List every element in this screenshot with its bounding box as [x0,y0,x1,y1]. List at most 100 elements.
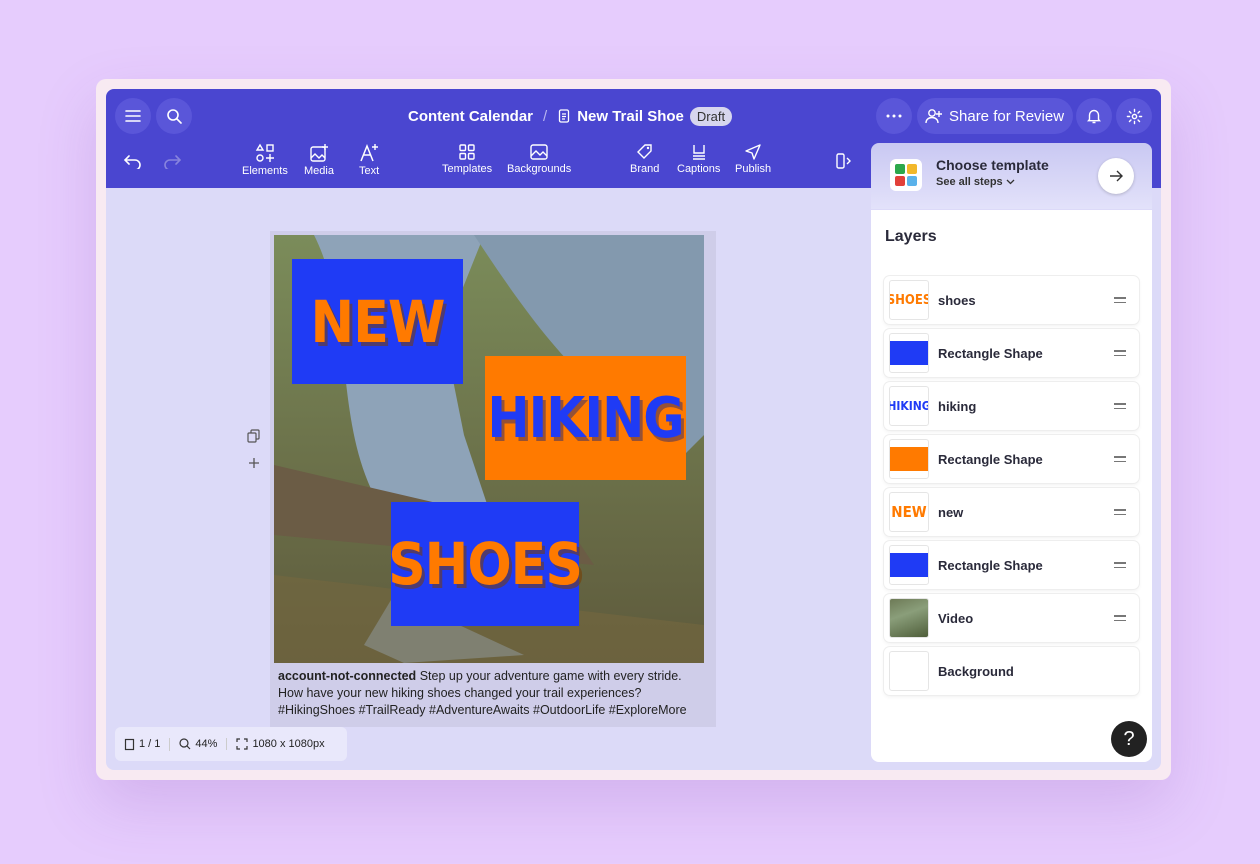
image-add-icon [310,144,328,162]
layer-item[interactable]: Rectangle Shape [884,329,1139,377]
tool-brand[interactable]: Brand [630,143,659,175]
post-caption: account-not-connected Step up your adven… [278,668,708,719]
layer-thumb [889,439,929,479]
document-icon [559,109,570,123]
help-button[interactable]: ? [1111,721,1147,757]
tool-elements[interactable]: Elements [242,143,288,177]
layer-name: hiking [938,398,977,414]
search-button[interactable] [156,98,192,134]
layer-name: shoes [938,292,976,308]
layer-item[interactable]: HIKING hiking [884,382,1139,430]
more-options-button[interactable] [876,98,912,134]
search-icon [167,109,182,124]
zoom-level: 44% [195,738,218,750]
layer-item[interactable]: SHOES shoes [884,276,1139,324]
tool-publish[interactable]: Publish [735,143,771,175]
tool-text-label: Text [359,165,380,177]
share-label: Share for Review [949,107,1065,125]
duplicate-page-icon[interactable] [247,429,260,443]
text-shoes[interactable]: SHOES [388,502,583,626]
drag-handle-icon[interactable] [1114,297,1126,303]
canvas-size[interactable]: 1080 x 1080px [227,738,333,750]
tool-templates-label: Templates [442,163,493,175]
gear-icon [1126,108,1142,124]
chevron-down-icon [1006,179,1015,185]
drag-handle-icon[interactable] [1114,509,1126,515]
layer-name: Rectangle Shape [938,557,1043,573]
hamburger-icon [125,110,141,122]
shapes-icon [255,143,274,162]
page-counter[interactable]: 1 / 1 [115,737,171,751]
tool-elements-label: Elements [242,165,288,177]
layer-item[interactable]: NEW new [884,488,1139,536]
text-add-icon [360,143,379,162]
post-preview: NEW HIKING SHOES account-not-connected S… [270,231,716,727]
zoom-control[interactable]: 44% [170,738,228,750]
tool-media[interactable]: Media [304,143,334,177]
status-bar: 1 / 1 44% 1080 x 1080px [115,727,347,761]
layer-thumb [889,651,929,691]
layer-thumb: SHOES [889,280,929,320]
see-all-steps-link[interactable]: See all steps [936,176,1015,188]
tool-publish-label: Publish [735,163,772,175]
drag-handle-icon[interactable] [1114,350,1126,356]
layer-item[interactable]: Background [884,647,1139,695]
layer-item[interactable]: Video [884,594,1139,642]
layer-name: Video [938,610,974,626]
add-user-icon [925,109,942,124]
next-step-button[interactable] [1098,158,1134,194]
background-image-icon [530,144,548,160]
drag-handle-icon[interactable] [1114,403,1126,409]
layer-name: Background [938,663,1014,679]
drag-handle-icon[interactable] [1114,615,1126,621]
see-all-steps-label: See all steps [936,176,1003,188]
resize-icon [236,738,249,750]
layer-thumb: HIKING [889,386,929,426]
layer-thumb [889,598,929,638]
redo-icon[interactable] [162,153,182,169]
more-icon [886,114,902,118]
text-new[interactable]: NEW [292,259,463,384]
menu-button[interactable] [115,98,151,134]
template-app-icon [890,159,922,191]
layer-item[interactable]: Rectangle Shape [884,435,1139,483]
canvas-dimensions: 1080 x 1080px [252,738,325,750]
breadcrumb: Content Calendar / New Trail Shoe Draft [408,105,733,127]
tool-captions-label: Captions [677,163,721,175]
layer-name: Rectangle Shape [938,451,1043,467]
tool-backgrounds[interactable]: Backgrounds [507,143,571,175]
layer-thumb [889,333,929,373]
artboard[interactable]: NEW HIKING SHOES [274,235,704,663]
tool-templates[interactable]: Templates [442,143,492,175]
breadcrumb-parent[interactable]: Content Calendar [408,108,533,125]
editor-app: Content Calendar / New Trail Shoe Draft … [106,89,1161,770]
undo-icon[interactable] [123,153,143,169]
status-badge: Draft [689,106,733,126]
share-for-review-button[interactable]: Share for Review [917,98,1073,134]
drag-handle-icon[interactable] [1114,562,1126,568]
layer-name: new [938,504,964,520]
tool-media-label: Media [304,165,334,177]
captions-icon [692,145,705,160]
layer-name: Rectangle Shape [938,345,1043,361]
breadcrumb-current[interactable]: New Trail Shoe [577,108,684,125]
layer-thumb [889,545,929,585]
choose-template-card[interactable]: Choose template See all steps [871,143,1152,209]
breadcrumb-separator: / [543,107,548,125]
drag-handle-icon[interactable] [1114,456,1126,462]
add-page-icon[interactable] [248,457,260,469]
tool-text[interactable]: Text [359,143,379,177]
bell-icon [1087,109,1101,124]
tag-icon [636,144,652,159]
text-hiking[interactable]: HIKING [485,356,686,480]
page-count: 1 / 1 [139,738,161,750]
templates-grid-icon [459,144,475,160]
settings-button[interactable] [1116,98,1152,134]
layer-item[interactable]: Rectangle Shape [884,541,1139,589]
panel-toggle-icon[interactable] [835,153,853,169]
account-name: account-not-connected [278,669,417,683]
notifications-button[interactable] [1076,98,1112,134]
layer-thumb: NEW [889,492,929,532]
tool-captions[interactable]: Captions [677,143,720,175]
arrow-right-icon [1110,170,1123,182]
